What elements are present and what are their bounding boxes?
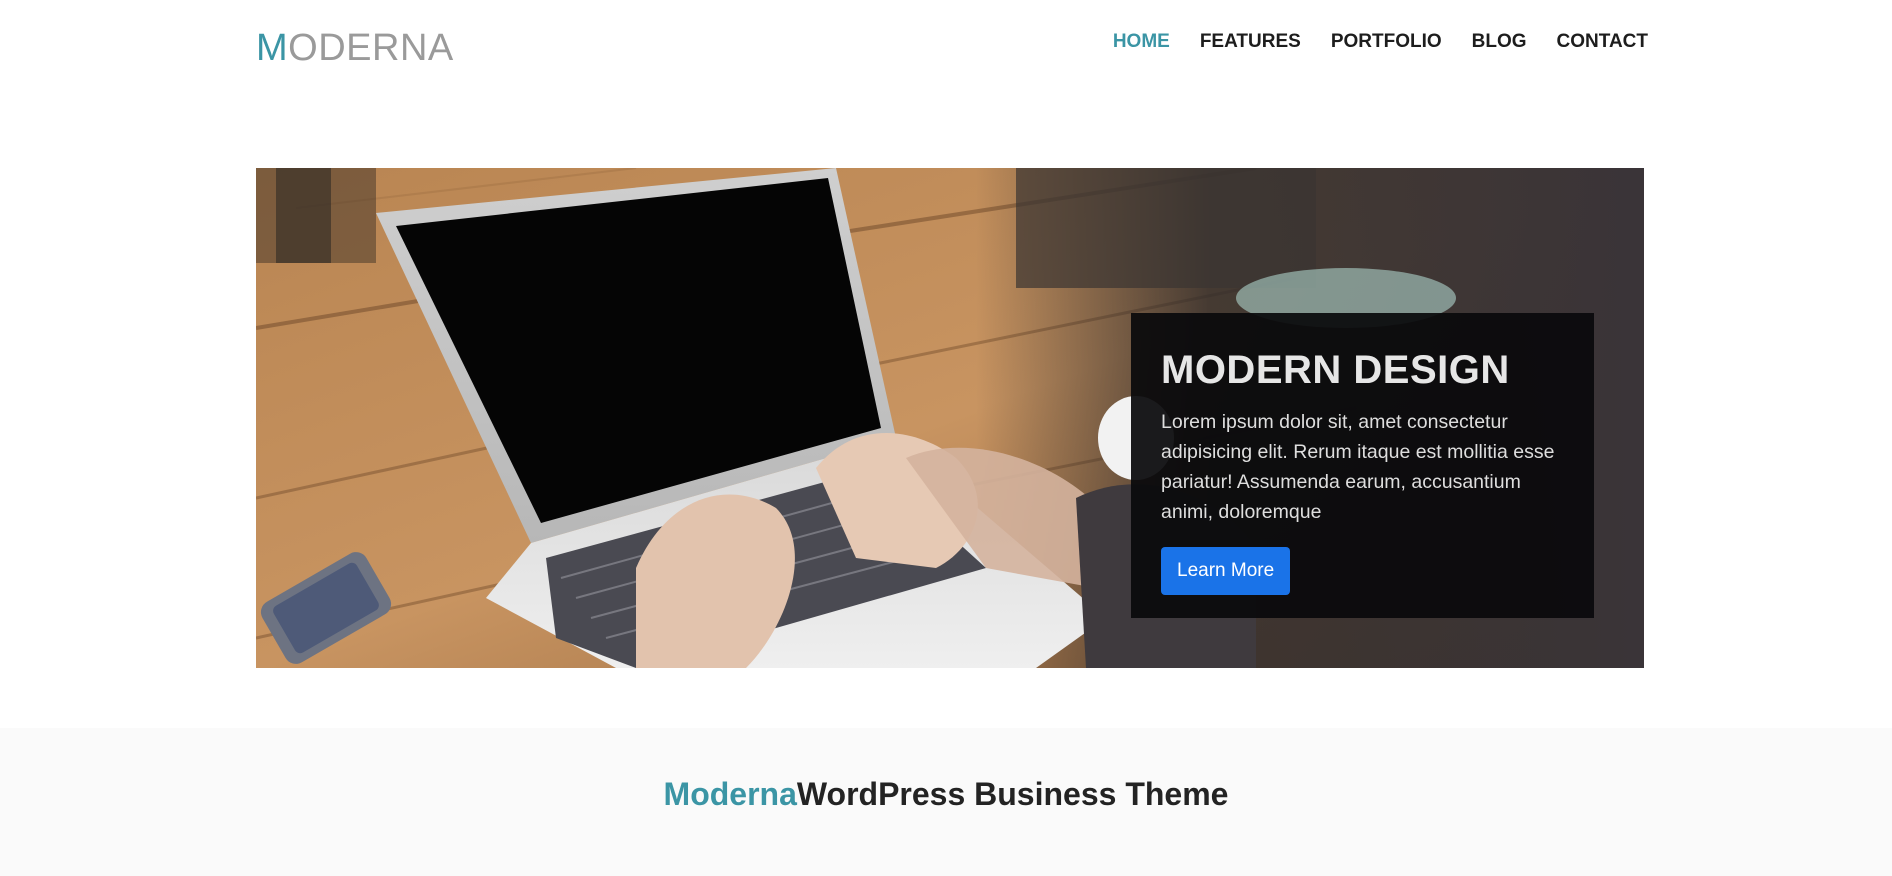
intro-section: ModernaWordPress Business Theme [0, 728, 1892, 876]
hero-title: MODERN DESIGN [1161, 348, 1510, 392]
logo-initial: M [256, 27, 289, 69]
nav-contact[interactable]: CONTACT [1557, 30, 1648, 54]
logo-text: ODERNA [288, 27, 454, 69]
hero-slide: MODERN DESIGN Lorem ipsum dolor sit, ame… [256, 168, 1644, 668]
hero-caption: MODERN DESIGN Lorem ipsum dolor sit, ame… [1131, 313, 1594, 618]
intro-heading-accent: Moderna [663, 776, 797, 812]
nav-features[interactable]: FEATURES [1200, 30, 1301, 54]
nav-home[interactable]: HOME [1113, 30, 1170, 54]
hero-text: Lorem ipsum dolor sit, amet consectetur … [1161, 411, 1555, 523]
nav-portfolio[interactable]: PORTFOLIO [1331, 30, 1442, 54]
nav-blog[interactable]: BLOG [1472, 30, 1527, 54]
site-header: MODERNA HOME FEATURES PORTFOLIO BLOG CON… [0, 0, 1892, 100]
intro-heading-rest: WordPress Business Theme [796, 776, 1229, 812]
learn-more-button[interactable]: Learn More [1161, 547, 1291, 595]
site-logo[interactable]: MODERNA [256, 28, 454, 68]
intro-heading: ModernaWordPress Business Theme [0, 774, 1892, 814]
main-nav: HOME FEATURES PORTFOLIO BLOG CONTACT [1113, 30, 1648, 54]
